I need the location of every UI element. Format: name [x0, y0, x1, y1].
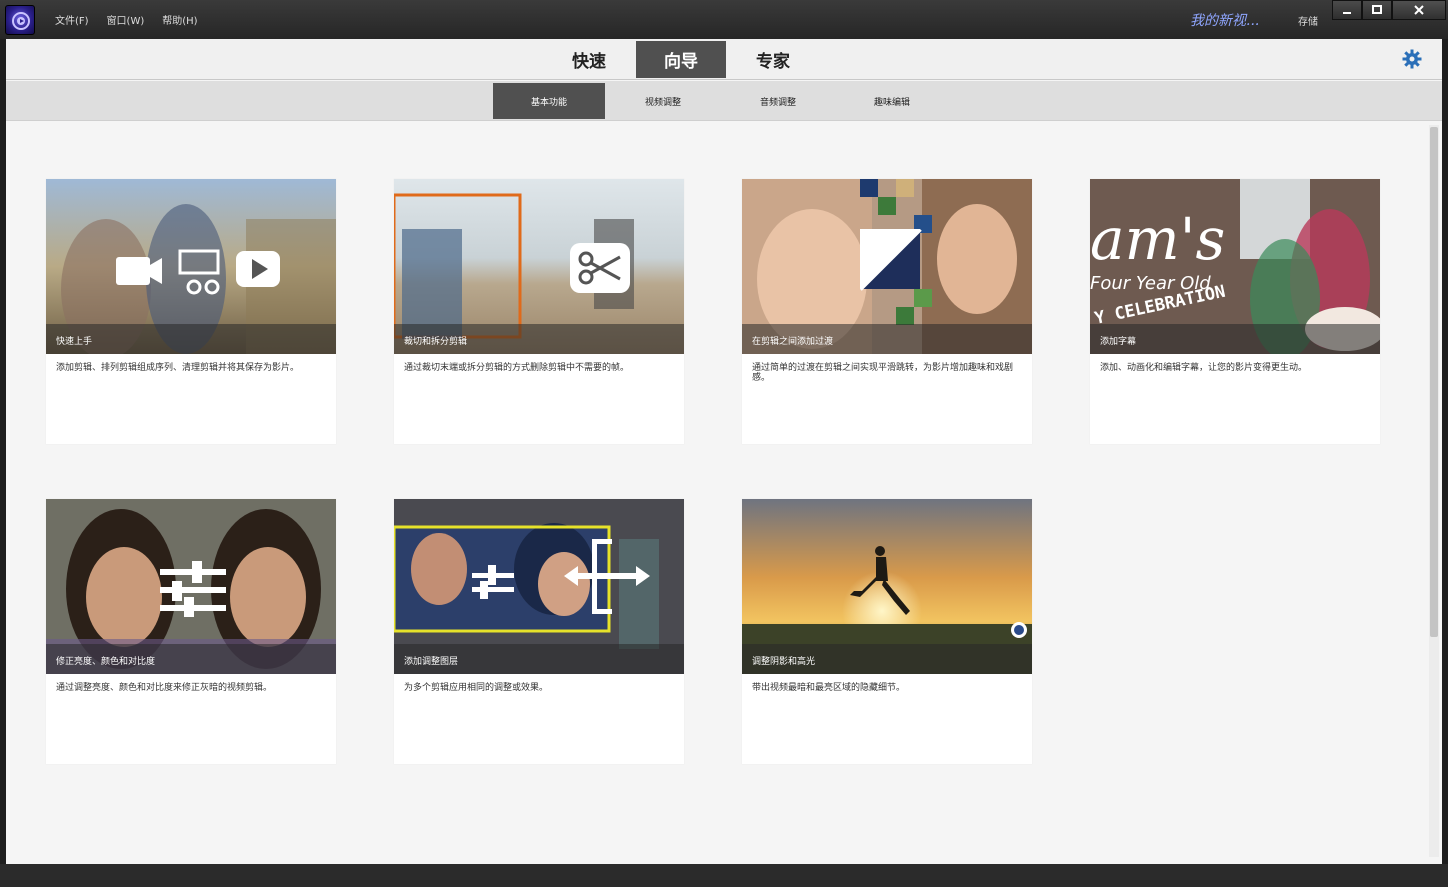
card-shadows-highlights[interactable]: 调整阴影和高光 带出视频最暗和最亮区域的隐藏细节。: [742, 499, 1032, 764]
card-description: 带出视频最暗和最亮区域的隐藏细节。: [752, 683, 906, 693]
adjustment-layer-icon: [472, 539, 650, 614]
card-description: 通过简单的过渡在剪辑之间实现平滑跳转，为影片增加趣味和戏剧感。: [752, 363, 1014, 384]
card-getting-started[interactable]: 快速上手 添加剪辑、排列剪辑组成序列、清理剪辑并将其保存为影片。: [46, 179, 336, 444]
card-description: 添加剪辑、排列剪辑组成序列、清理剪辑并将其保存为影片。: [56, 363, 300, 373]
video-scissors-play-icon: [116, 249, 280, 295]
adjust-sliders-icon: [160, 561, 226, 617]
card-description: 为多个剪辑应用相同的调整或效果。: [404, 683, 549, 693]
card-title: 在剪辑之间添加过渡: [742, 324, 1032, 354]
card-description: 通过裁切末端或拆分剪辑的方式删除剪辑中不需要的帧。: [404, 363, 630, 373]
tab-quick[interactable]: 快速: [544, 41, 634, 78]
card-thumbnail[interactable]: 裁切和拆分剪辑: [394, 179, 684, 354]
card-thumbnail[interactable]: 添加调整图层: [394, 499, 684, 674]
app-logo-icon: [5, 5, 35, 35]
card-thumbnail[interactable]: 调整阴影和高光: [742, 499, 1032, 674]
subtab-basic[interactable]: 基本功能: [493, 83, 605, 119]
card-transitions[interactable]: 在剪辑之间添加过渡 通过简单的过渡在剪辑之间实现平滑跳转，为影片增加趣味和戏剧感…: [742, 179, 1032, 444]
menu-window[interactable]: 窗口(W): [98, 12, 154, 27]
card-trim-split[interactable]: 裁切和拆分剪辑 通过裁切末端或拆分剪辑的方式删除剪辑中不需要的帧。: [394, 179, 684, 444]
main-panel: 快速 向导 专家 基本功能 视频调整 音频调整 趣味编辑 快速上手 添加剪辑、排…: [6, 39, 1442, 864]
sub-tab-bar: 基本功能 视频调整 音频调整 趣味编辑: [6, 81, 1442, 121]
card-title: 添加调整图层: [394, 644, 684, 674]
gear-icon[interactable]: [1402, 49, 1422, 69]
scissors-icon: [570, 243, 630, 293]
card-title: 调整阴影和高光: [742, 644, 1032, 674]
maximize-button[interactable]: [1362, 0, 1392, 20]
minimize-icon: [1343, 12, 1351, 14]
card-title: 裁切和拆分剪辑: [394, 324, 684, 354]
mode-bar: 快速 向导 专家: [6, 39, 1442, 80]
close-button[interactable]: [1392, 0, 1446, 20]
project-name[interactable]: 我的新视...: [1190, 10, 1259, 30]
tab-expert[interactable]: 专家: [728, 41, 818, 78]
card-title: 添加字幕: [1090, 324, 1380, 354]
card-thumbnail[interactable]: 修正亮度、颜色和对比度: [46, 499, 336, 674]
card-thumbnail[interactable]: am's Four Year Old Y CELEBRATION 添加字幕: [1090, 179, 1380, 354]
transition-icon: [860, 229, 922, 291]
card-brightness-color[interactable]: 修正亮度、颜色和对比度 通过调整亮度、颜色和对比度来修正灰暗的视频剪辑。: [46, 499, 336, 764]
tab-guided[interactable]: 向导: [636, 41, 726, 78]
status-bar: [0, 864, 1448, 887]
save-button[interactable]: 存储: [1298, 13, 1318, 28]
minimize-button[interactable]: [1332, 0, 1362, 20]
card-description: 通过调整亮度、颜色和对比度来修正灰暗的视频剪辑。: [56, 683, 273, 693]
subtab-fun-edits[interactable]: 趣味编辑: [836, 83, 948, 119]
menu-bar: 文件(F) 窗口(W) 帮助(H): [46, 12, 207, 27]
card-titles[interactable]: am's Four Year Old Y CELEBRATION 添加字幕 添加…: [1090, 179, 1380, 444]
scrollbar-thumb[interactable]: [1430, 127, 1438, 637]
subtab-audio-adjust[interactable]: 音频调整: [722, 83, 834, 119]
menu-help[interactable]: 帮助(H): [153, 12, 206, 27]
card-adjustment-layer[interactable]: 添加调整图层 为多个剪辑应用相同的调整或效果。: [394, 499, 684, 764]
card-title: 快速上手: [46, 324, 336, 354]
menu-file[interactable]: 文件(F): [46, 12, 98, 27]
title-bar: 文件(F) 窗口(W) 帮助(H) 我的新视... 存储: [0, 0, 1448, 39]
maximize-icon: [1372, 5, 1382, 14]
window-controls: [1332, 0, 1446, 20]
subtab-video-adjust[interactable]: 视频调整: [607, 83, 719, 119]
card-thumbnail[interactable]: 快速上手: [46, 179, 336, 354]
card-description: 添加、动画化和编辑字幕，让您的影片变得更生动。: [1100, 363, 1308, 373]
card-thumbnail[interactable]: 在剪辑之间添加过渡: [742, 179, 1032, 354]
svg-text:am's: am's: [1090, 205, 1225, 273]
shadow-highlight-icon: [1011, 622, 1027, 638]
card-title: 修正亮度、颜色和对比度: [46, 644, 336, 674]
close-icon: [1414, 5, 1424, 15]
